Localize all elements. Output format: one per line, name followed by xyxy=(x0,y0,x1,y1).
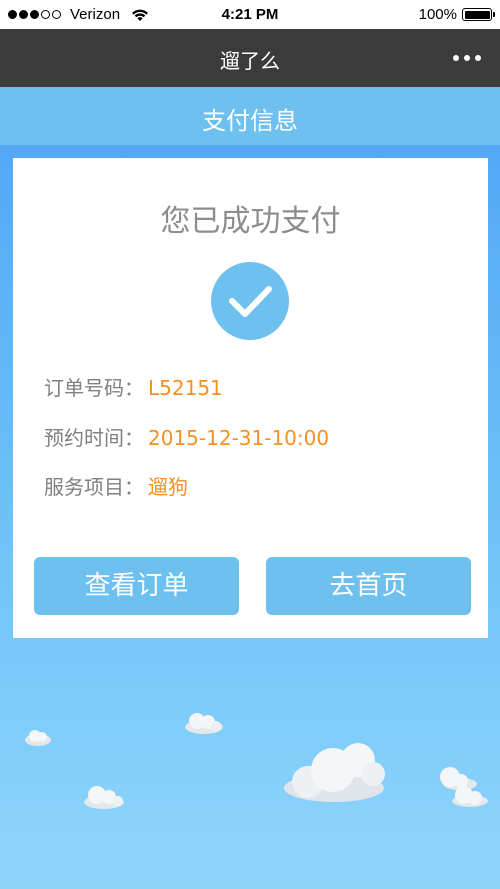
appointment-time-value: 2015-12-31-10:00 xyxy=(148,426,330,450)
appointment-time-row: 预约时间： 2015-12-31-10:00 xyxy=(44,422,329,451)
app-title: 遛了么 xyxy=(220,49,280,73)
status-bar: Verizon 4:21 PM 100% xyxy=(0,0,500,29)
go-home-button[interactable]: 去首页 xyxy=(266,557,471,615)
more-dots-icon[interactable] xyxy=(452,49,482,67)
checkmark-icon xyxy=(211,262,289,340)
cloud-icon xyxy=(84,786,124,809)
view-order-button[interactable]: 查看订单 xyxy=(34,557,239,615)
service-item-label: 服务项目： xyxy=(44,475,144,499)
order-number-label: 订单号码： xyxy=(44,376,144,400)
status-bar-right: 100% xyxy=(418,6,495,23)
battery-percentage: 100% xyxy=(418,6,457,23)
success-message: 您已成功支付 xyxy=(160,204,341,239)
cloud-icon xyxy=(440,767,488,807)
battery-icon xyxy=(462,8,495,21)
page-title: 支付信息 xyxy=(202,107,298,135)
order-number-value: L52151 xyxy=(148,376,223,400)
order-number-row: 订单号码： L52151 xyxy=(44,372,223,401)
cloud-icon xyxy=(185,713,223,734)
service-item-value: 遛狗 xyxy=(148,475,188,499)
cloud-icon xyxy=(284,743,385,802)
appointment-time-label: 预约时间： xyxy=(44,426,144,450)
nav-bar: 遛了么 xyxy=(0,29,500,87)
payment-result-card: 您已成功支付 订单号码： L52151 预约时间： 2015-12-31-10:… xyxy=(13,158,488,638)
page-header: 支付信息 xyxy=(0,87,500,145)
cloud-icon xyxy=(25,730,51,746)
service-item-row: 服务项目： 遛狗 xyxy=(44,471,188,500)
